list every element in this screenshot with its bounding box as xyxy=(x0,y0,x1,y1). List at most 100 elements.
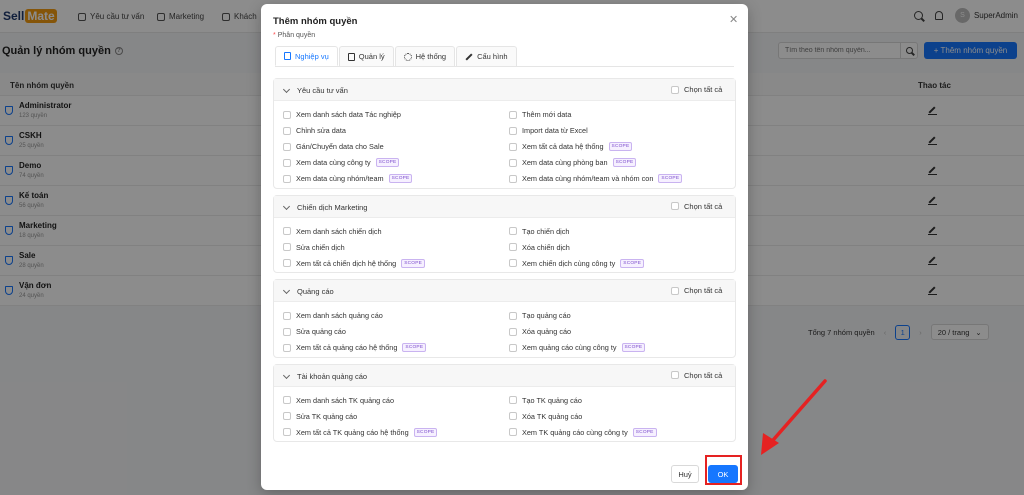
checkbox[interactable] xyxy=(671,286,679,295)
permission-checkbox[interactable]: Xóa TK quảng cáo xyxy=(509,411,735,423)
checkbox[interactable] xyxy=(509,311,517,320)
permission-label: Sửa quảng cáo xyxy=(296,327,346,337)
tab-quan-ly[interactable]: Quản lý xyxy=(338,46,394,66)
scope-badge: SCOPE xyxy=(658,174,683,184)
select-all-label: Chọn tất cả xyxy=(684,85,723,94)
select-all-checkbox[interactable]: Chọn tất cả xyxy=(671,371,722,380)
checkbox[interactable] xyxy=(509,428,517,437)
checkbox[interactable] xyxy=(509,126,517,135)
checkbox[interactable] xyxy=(283,142,291,151)
checkbox[interactable] xyxy=(283,396,291,405)
permission-label: Tạo chiến dịch xyxy=(522,226,570,236)
section-body: Xem danh sách data Tác nghiệp Thêm mới da… xyxy=(274,101,735,188)
cancel-button[interactable]: Huỷ xyxy=(671,465,699,483)
checkbox[interactable] xyxy=(509,396,517,405)
modal-footer: Huỷ OK xyxy=(261,460,748,490)
checkbox[interactable] xyxy=(283,227,291,236)
permission-label: Chỉnh sửa data xyxy=(296,126,346,136)
permission-checkbox[interactable]: Xem tất cả data hệ thống SCOPE xyxy=(509,141,735,153)
permission-section: Quảng cáo Chọn tất cả Xem danh sách quảng … xyxy=(273,279,736,358)
permission-checkbox[interactable]: Chỉnh sửa data xyxy=(283,125,509,137)
permission-checkbox[interactable]: Xóa chiến dịch xyxy=(509,242,735,254)
permission-checkbox[interactable]: Xem danh sách TK quảng cáo xyxy=(283,395,509,407)
checkbox[interactable] xyxy=(283,428,291,437)
permission-label: Xóa quảng cáo xyxy=(522,327,572,337)
checkbox[interactable] xyxy=(671,371,679,379)
permission-checkbox[interactable]: Sửa quảng cáo xyxy=(283,326,509,338)
section-title: Yêu cầu tư vấn xyxy=(297,86,348,95)
section-header[interactable]: Quảng cáo Chọn tất cả xyxy=(274,280,735,302)
checkbox[interactable] xyxy=(283,243,291,252)
permission-label: Xem tất cả data hệ thống xyxy=(522,142,604,152)
checkbox[interactable] xyxy=(509,142,517,151)
checkbox[interactable] xyxy=(283,174,291,183)
checkbox[interactable] xyxy=(509,327,517,336)
permission-label: Xóa TK quảng cáo xyxy=(522,411,583,421)
permission-checkbox[interactable]: Xem tất cả quảng cáo hệ thống SCOPE xyxy=(283,342,509,354)
permission-checkbox[interactable]: Tạo quảng cáo xyxy=(509,310,735,322)
permission-tabs: Nghiệp vụ Quản lý Hệ thống Cấu hình xyxy=(275,46,518,66)
checkbox[interactable] xyxy=(671,202,679,210)
checkbox[interactable] xyxy=(283,158,291,167)
permission-label: Xem chiến dịch cùng công ty xyxy=(522,258,616,268)
permission-checkbox[interactable]: Thêm mới data xyxy=(509,109,735,121)
permission-label: Xem tất cả chiến dịch hệ thống xyxy=(296,258,397,268)
permission-checkbox[interactable]: Xem danh sách chiến dịch xyxy=(283,226,509,238)
scope-badge: SCOPE xyxy=(413,427,438,437)
checkbox[interactable] xyxy=(509,343,517,352)
permission-sections[interactable]: Yêu cầu tư vấn Chọn tất cả Xem danh sách d… xyxy=(273,78,736,460)
tab-nghiep-vu[interactable]: Nghiệp vụ xyxy=(275,46,338,66)
permission-label: Sửa chiến dịch xyxy=(296,242,345,252)
permission-checkbox[interactable]: Xem tất cả TK quảng cáo hệ thống SCOPE xyxy=(283,427,509,439)
scope-badge: SCOPE xyxy=(612,158,637,168)
section-header[interactable]: Tài khoản quảng cáo Chọn tất cả xyxy=(274,364,735,387)
chevron-down-icon[interactable] xyxy=(282,286,291,295)
chevron-down-icon[interactable] xyxy=(282,371,291,379)
permission-checkbox[interactable]: Xem chiến dịch cùng công ty SCOPE xyxy=(509,258,735,270)
section-body: Xem danh sách chiến dịch Tạo chiến dịch Sử… xyxy=(274,218,735,273)
permission-checkbox[interactable]: Xem data cùng nhóm/team và nhóm con SCOPE xyxy=(509,173,735,185)
permission-checkbox[interactable]: Xem data cùng phòng ban SCOPE xyxy=(509,157,735,169)
checkbox[interactable] xyxy=(283,110,291,119)
permission-label: Xem data cùng công ty xyxy=(296,158,371,168)
chevron-down-icon[interactable] xyxy=(282,202,291,210)
checkbox[interactable] xyxy=(509,259,517,268)
select-all-checkbox[interactable]: Chọn tất cả xyxy=(671,202,722,211)
permission-checkbox[interactable]: Xem danh sách data Tác nghiệp xyxy=(283,109,509,121)
permission-checkbox[interactable]: Xem tất cả chiến dịch hệ thống SCOPE xyxy=(283,258,509,270)
permission-checkbox[interactable]: Sửa chiến dịch xyxy=(283,242,509,254)
checkbox[interactable] xyxy=(509,174,517,183)
permission-checkbox[interactable]: Tạo TK quảng cáo xyxy=(509,395,735,407)
permission-checkbox[interactable]: Xem danh sách quảng cáo xyxy=(283,310,509,322)
checkbox[interactable] xyxy=(509,243,517,252)
section-header[interactable]: Chiến dịch Marketing Chọn tất cả xyxy=(274,195,735,218)
checkbox[interactable] xyxy=(509,227,517,236)
checkbox[interactable] xyxy=(283,311,291,320)
checkbox[interactable] xyxy=(509,412,517,421)
chevron-down-icon[interactable] xyxy=(282,85,291,94)
section-header[interactable]: Yêu cầu tư vấn Chọn tất cả xyxy=(274,79,735,101)
checkbox[interactable] xyxy=(283,259,291,268)
checkbox[interactable] xyxy=(283,327,291,336)
permission-label: Xóa chiến dịch xyxy=(522,242,570,252)
checkbox[interactable] xyxy=(509,110,517,119)
permission-checkbox[interactable]: Xem data cùng nhóm/team SCOPE xyxy=(283,173,509,185)
permission-checkbox[interactable]: Xóa quảng cáo xyxy=(509,326,735,338)
permission-checkbox[interactable]: Xem TK quảng cáo cùng công ty SCOPE xyxy=(509,427,735,439)
permission-checkbox[interactable]: Import data từ Excel xyxy=(509,125,735,137)
permission-checkbox[interactable]: Xem data cùng công ty SCOPE xyxy=(283,157,509,169)
select-all-checkbox[interactable]: Chọn tất cả xyxy=(671,286,722,295)
tab-cau-hinh[interactable]: Cấu hình xyxy=(456,46,517,66)
checkbox[interactable] xyxy=(283,343,291,352)
checkbox[interactable] xyxy=(509,158,517,167)
checkbox[interactable] xyxy=(283,412,291,421)
permission-checkbox[interactable]: Gán/Chuyển data cho Sale xyxy=(283,141,509,153)
permission-checkbox[interactable]: Xem quảng cáo cùng công ty SCOPE xyxy=(509,342,735,354)
close-icon[interactable]: ✕ xyxy=(729,13,738,26)
tab-he-thong[interactable]: Hệ thống xyxy=(394,46,456,66)
checkbox[interactable] xyxy=(283,126,291,135)
permission-checkbox[interactable]: Sửa TK quảng cáo xyxy=(283,411,509,423)
checkbox[interactable] xyxy=(671,85,679,94)
select-all-checkbox[interactable]: Chọn tất cả xyxy=(671,85,722,94)
permission-checkbox[interactable]: Tạo chiến dịch xyxy=(509,226,735,238)
